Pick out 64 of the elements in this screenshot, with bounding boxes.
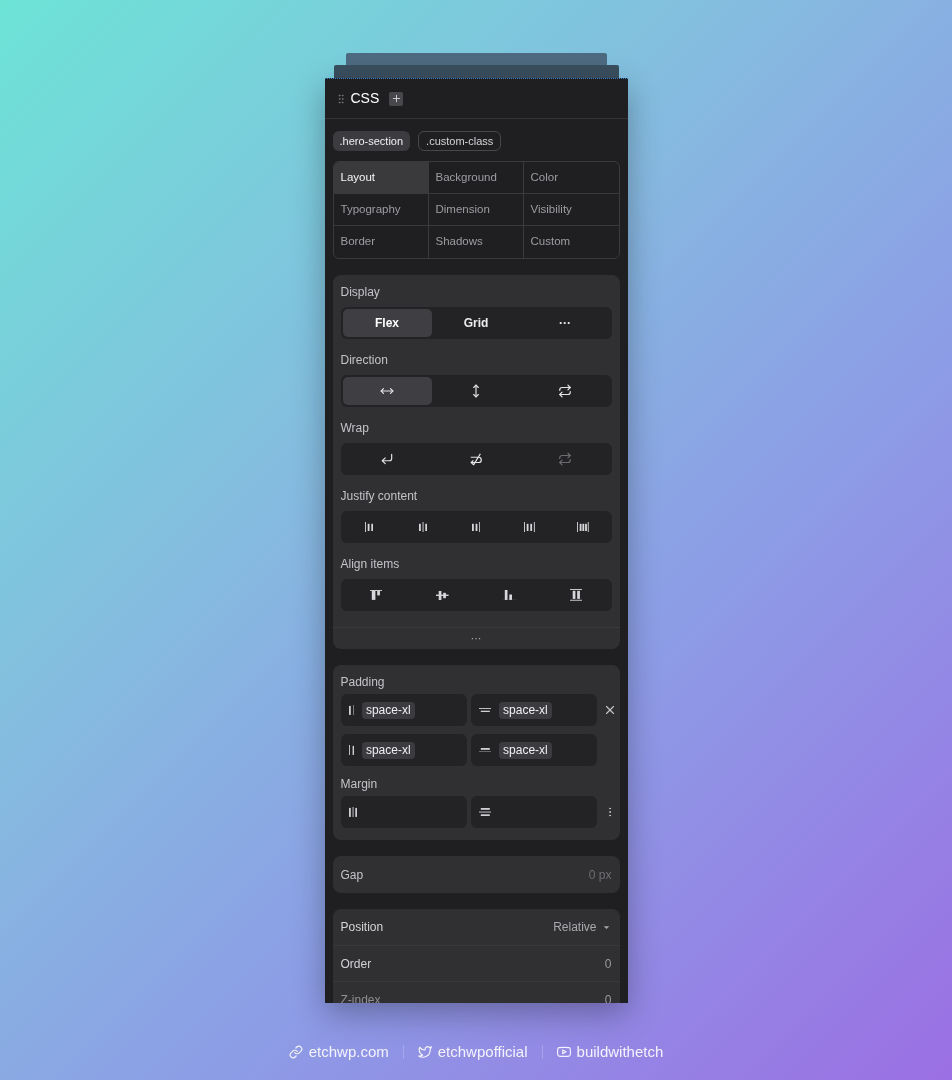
category-tab[interactable]: Border	[333, 226, 429, 258]
padding-field[interactable]: space-xl	[470, 734, 597, 766]
control-label: Justify content	[340, 488, 419, 504]
category-tab[interactable]: Background	[428, 162, 524, 194]
category-tab[interactable]: Typography	[333, 194, 429, 226]
play-icon	[556, 1045, 571, 1060]
value-token: space-xl	[361, 741, 415, 759]
justify-icon	[471, 521, 481, 533]
property-row[interactable]: Position Relative	[332, 909, 620, 945]
justify-icon	[524, 521, 535, 533]
display-option[interactable]: Grid	[431, 309, 521, 337]
padding-field[interactable]: space-xl	[470, 694, 597, 726]
class-chip[interactable]: .custom-class	[418, 131, 502, 151]
side-icon	[478, 747, 492, 753]
gap-label: Gap	[340, 866, 364, 884]
justify-icon	[418, 521, 427, 533]
property-value: 0	[604, 955, 612, 973]
category-tab[interactable]: Color	[523, 162, 619, 194]
class-chip[interactable]: .hero-section	[332, 131, 411, 151]
margin-label: Margin	[340, 776, 379, 792]
value-token: space-xl	[499, 701, 552, 719]
property-row[interactable]: Order 0	[332, 945, 620, 981]
side-icon	[348, 806, 357, 818]
side-icon	[348, 704, 354, 716]
property-label: Order	[340, 955, 372, 973]
property-value: 0	[604, 991, 612, 1003]
control-label: Display	[340, 284, 381, 300]
margin-field[interactable]	[340, 796, 467, 828]
category-tab[interactable]: Shadows	[428, 226, 524, 258]
padding-field[interactable]: space-xl	[340, 694, 467, 726]
control-label: Wrap	[340, 420, 370, 436]
side-icon	[478, 707, 492, 713]
bird-icon	[417, 1045, 432, 1060]
add-button[interactable]	[389, 91, 404, 106]
side-icon	[348, 744, 354, 756]
position-select[interactable]: Relative	[553, 918, 612, 936]
link-icon	[288, 1045, 303, 1060]
justify-icon	[365, 521, 374, 533]
padding-field[interactable]: space-xl	[340, 734, 467, 766]
align-icon	[436, 590, 449, 600]
property-label: Position	[340, 919, 384, 936]
margin-field[interactable]	[470, 796, 597, 828]
align-icon	[569, 589, 583, 601]
gap-row[interactable]: Gap 0 px	[332, 856, 620, 893]
property-label: Z-index	[340, 991, 381, 1003]
display-option[interactable]: Flex	[342, 309, 432, 337]
justify-icon	[577, 521, 589, 533]
category-tab[interactable]: Visibility	[523, 194, 619, 226]
category-tab[interactable]: Custom	[523, 226, 619, 258]
value-token: space-xl	[499, 741, 552, 759]
panel-title: CSS	[350, 89, 380, 108]
repeat-icon	[558, 384, 572, 398]
side-icon	[478, 807, 492, 817]
padding-label: Padding	[340, 674, 386, 690]
display-option[interactable]: ···	[520, 309, 610, 337]
align-icon	[369, 590, 383, 600]
category-tab[interactable]: Dimension	[428, 194, 524, 226]
property-row[interactable]: Z-index 0	[332, 981, 620, 1003]
category-tab[interactable]: Layout	[333, 162, 429, 194]
more-button[interactable]: ···	[470, 633, 482, 644]
gap-value: 0 px	[588, 866, 612, 884]
control-label: Direction	[340, 352, 389, 368]
control-label: Align items	[340, 556, 401, 572]
value-token: space-xl	[361, 701, 415, 719]
